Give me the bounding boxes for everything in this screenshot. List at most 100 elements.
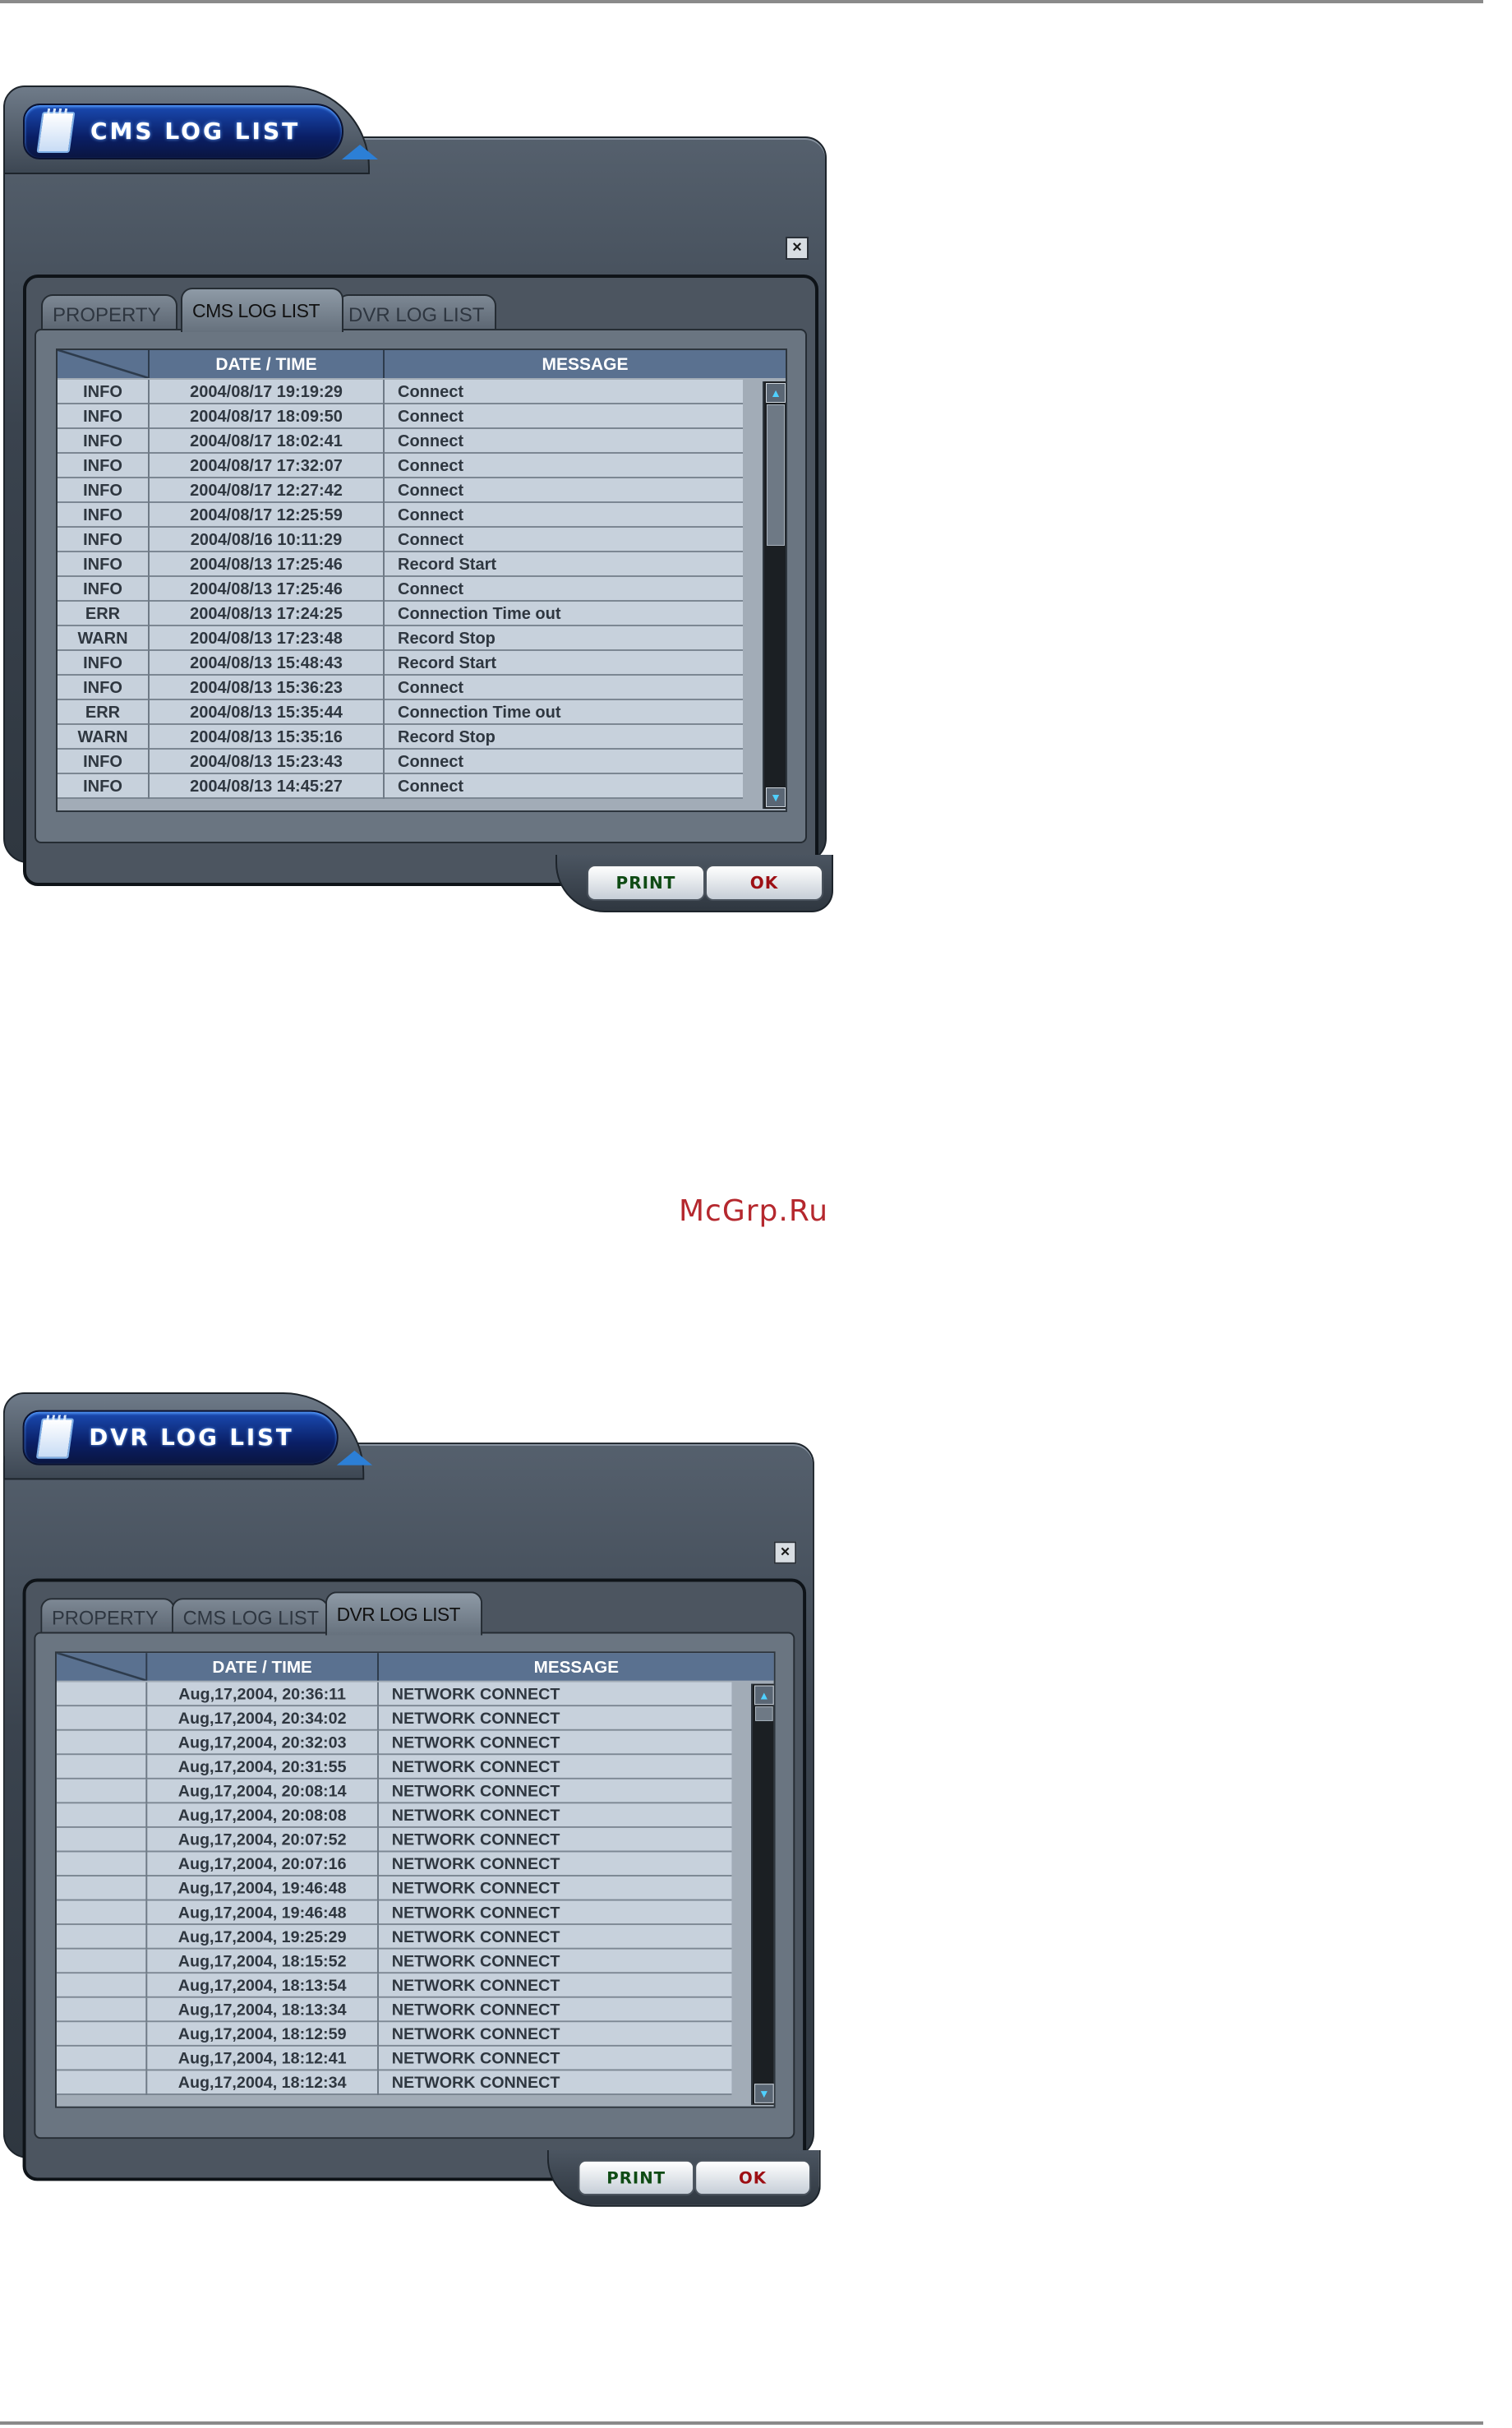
close-icon: × [780,1543,791,1561]
table-row[interactable]: INFO 2004/08/17 17:32:07 Connect [58,454,743,478]
cell-date-time: Aug,17,2004, 20:07:52 [147,1827,379,1853]
close-button[interactable]: × [773,1541,797,1564]
dialog-body: × PROPERTY CMS LOG LIST DVR LOG LIST DAT… [2,1442,814,2181]
table-row[interactable]: Aug,17,2004, 20:31:55 NETWORK CONNECT [56,1755,732,1779]
table-row[interactable]: INFO 2004/08/17 19:19:29 Connect [58,380,743,404]
table-row[interactable]: ERR 2004/08/13 15:35:44 Connection Time ou… [58,700,743,725]
cell-date-time: 2004/08/13 15:36:23 [150,676,385,700]
cell-level: INFO [58,380,150,404]
table-row[interactable]: Aug,17,2004, 19:46:48 NETWORK CONNECT [56,1900,732,1926]
scroll-down-icon[interactable]: ▼ [754,2084,774,2103]
table-row[interactable]: Aug,17,2004, 20:34:02 NETWORK CONNECT [56,1706,732,1731]
scroll-up-icon[interactable]: ▲ [754,1685,774,1706]
column-header-date-time[interactable]: DATE / TIME [150,350,385,378]
cell-level [57,2022,148,2047]
print-button[interactable]: PRINT [587,865,705,901]
scroll-thumb[interactable] [755,1706,773,1721]
table-row[interactable]: Aug,17,2004, 18:13:54 NETWORK CONNECT [56,1973,732,1998]
cell-level: INFO [58,429,150,454]
cell-date-time: 2004/08/16 10:11:29 [150,528,385,552]
table-row[interactable]: INFO 2004/08/17 18:09:50 Connect [58,404,743,429]
table-row[interactable]: Aug,17,2004, 20:08:14 NETWORK CONNECT [56,1779,732,1804]
table-row[interactable]: INFO 2004/08/17 12:25:59 Connect [58,503,743,528]
cell-date-time: Aug,17,2004, 20:08:14 [147,1779,379,1804]
cell-level: INFO [58,676,150,700]
cell-message: Record Start [398,654,497,672]
cell-level [57,1682,148,1707]
cell-date-time: 2004/08/17 17:32:07 [150,454,385,478]
table-row[interactable]: INFO 2004/08/13 15:36:23 Connect [58,676,743,700]
cell-date-time: 2004/08/13 17:25:46 [150,552,385,577]
cell-date-time: Aug,17,2004, 20:34:02 [147,1706,379,1731]
cell-level [57,1997,148,2023]
table-row[interactable]: INFO 2004/08/13 15:23:43 Connect [58,750,743,774]
cell-date-time: 2004/08/17 12:27:42 [150,478,385,503]
cell-level [57,1803,148,1828]
table-row[interactable]: Aug,17,2004, 18:15:52 NETWORK CONNECT [56,1949,732,1974]
scroll-up-icon[interactable]: ▲ [766,383,786,403]
vertical-scrollbar[interactable]: ▲ ▼ [751,1683,774,2105]
table-row[interactable]: Aug,17,2004, 18:12:41 NETWORK CONNECT [56,2046,732,2071]
ok-button[interactable]: OK [694,2159,811,2196]
cell-date-time: 2004/08/13 15:35:44 [150,700,385,725]
table-row[interactable]: WARN 2004/08/13 15:35:16 Record Stop [58,725,743,750]
column-header-level [58,350,150,378]
table-row[interactable]: Aug,17,2004, 18:12:34 NETWORK CONNECT [56,2070,732,2095]
table-header: DATE / TIME MESSAGE [56,1653,774,1681]
cell-message: Connect [398,457,463,475]
table-row[interactable]: Aug,17,2004, 20:08:08 NETWORK CONNECT [56,1803,732,1828]
table-row[interactable]: INFO 2004/08/17 18:02:41 Connect [58,429,743,454]
print-button[interactable]: PRINT [578,2159,695,2196]
title-tab: CMS LOG LIST [3,85,378,174]
tab-cms-log-list[interactable]: CMS LOG LIST [181,288,343,332]
cell-date-time: Aug,17,2004, 18:12:34 [147,2070,379,2095]
vertical-scrollbar[interactable]: ▲ ▼ [763,381,786,809]
table-row[interactable]: Aug,17,2004, 20:32:03 NETWORK CONNECT [56,1730,732,1756]
table-row[interactable]: INFO 2004/08/17 12:27:42 Connect [58,478,743,503]
scroll-down-icon[interactable]: ▼ [766,787,786,807]
scroll-thumb[interactable] [767,404,785,546]
cell-level [57,1949,148,1974]
notepad-icon [35,1418,75,1459]
tab-cms-log-list[interactable]: CMS LOG LIST [171,1598,329,1636]
table-row[interactable]: Aug,17,2004, 19:46:48 NETWORK CONNECT [56,1876,732,1901]
table-row[interactable]: INFO 2004/08/13 15:48:43 Record Start [58,651,743,676]
cell-level [57,2046,148,2071]
cell-message: Record Stop [398,728,496,746]
table-row[interactable]: Aug,17,2004, 20:36:11 NETWORK CONNECT [56,1682,732,1707]
tab-dvr-log-list[interactable]: DVR LOG LIST [325,1591,483,1636]
cell-message: NETWORK CONNECT [391,2049,560,2068]
tab-dvr-log-list[interactable]: DVR LOG LIST [337,294,496,332]
column-header-message[interactable]: MESSAGE [379,1653,774,1680]
log-panel: DATE / TIME MESSAGE Aug,17,2004, 20:36:1… [34,1632,795,2140]
column-header-date-time[interactable]: DATE / TIME [147,1653,379,1681]
table-row[interactable]: Aug,17,2004, 20:07:52 NETWORK CONNECT [56,1827,732,1853]
cell-date-time: Aug,17,2004, 19:25:29 [147,1925,379,1950]
table-row[interactable]: Aug,17,2004, 20:07:16 NETWORK CONNECT [56,1852,732,1877]
table-row[interactable]: INFO 2004/08/13 17:25:46 Record Start [58,552,743,577]
cell-level: ERR [58,602,150,626]
cell-message: NETWORK CONNECT [391,1710,560,1728]
cell-date-time: 2004/08/13 15:35:16 [150,725,385,750]
table-row[interactable]: INFO 2004/08/13 17:25:46 Connect [58,577,743,602]
table-row[interactable]: Aug,17,2004, 18:12:59 NETWORK CONNECT [56,2022,732,2047]
column-header-message[interactable]: MESSAGE [385,350,786,378]
title-tab: DVR LOG LIST [2,1392,373,1480]
cell-message: Connect [398,383,463,401]
cell-level: INFO [58,750,150,774]
tab-property[interactable]: PROPERTY [40,1598,175,1636]
table-row[interactable]: ERR 2004/08/13 17:24:25 Connection Time ou… [58,602,743,626]
table-row[interactable]: Aug,17,2004, 19:25:29 NETWORK CONNECT [56,1925,732,1950]
table-row[interactable]: INFO 2004/08/16 10:11:29 Connect [58,528,743,552]
table-row[interactable]: INFO 2004/08/13 14:45:27 Connect [58,774,743,799]
table-row[interactable]: WARN 2004/08/13 17:23:48 Record Stop [58,626,743,651]
table-row[interactable]: Aug,17,2004, 18:13:34 NETWORK CONNECT [56,1997,732,2023]
cell-level [57,1827,148,1853]
tab-property[interactable]: PROPERTY [41,294,177,332]
ok-button[interactable]: OK [705,865,823,901]
cell-message: NETWORK CONNECT [391,1904,560,1923]
cell-message: Connect [398,679,463,697]
close-button[interactable]: × [786,237,809,260]
cell-date-time: Aug,17,2004, 18:12:59 [147,2022,379,2047]
title-badge: CMS LOG LIST [23,104,343,159]
